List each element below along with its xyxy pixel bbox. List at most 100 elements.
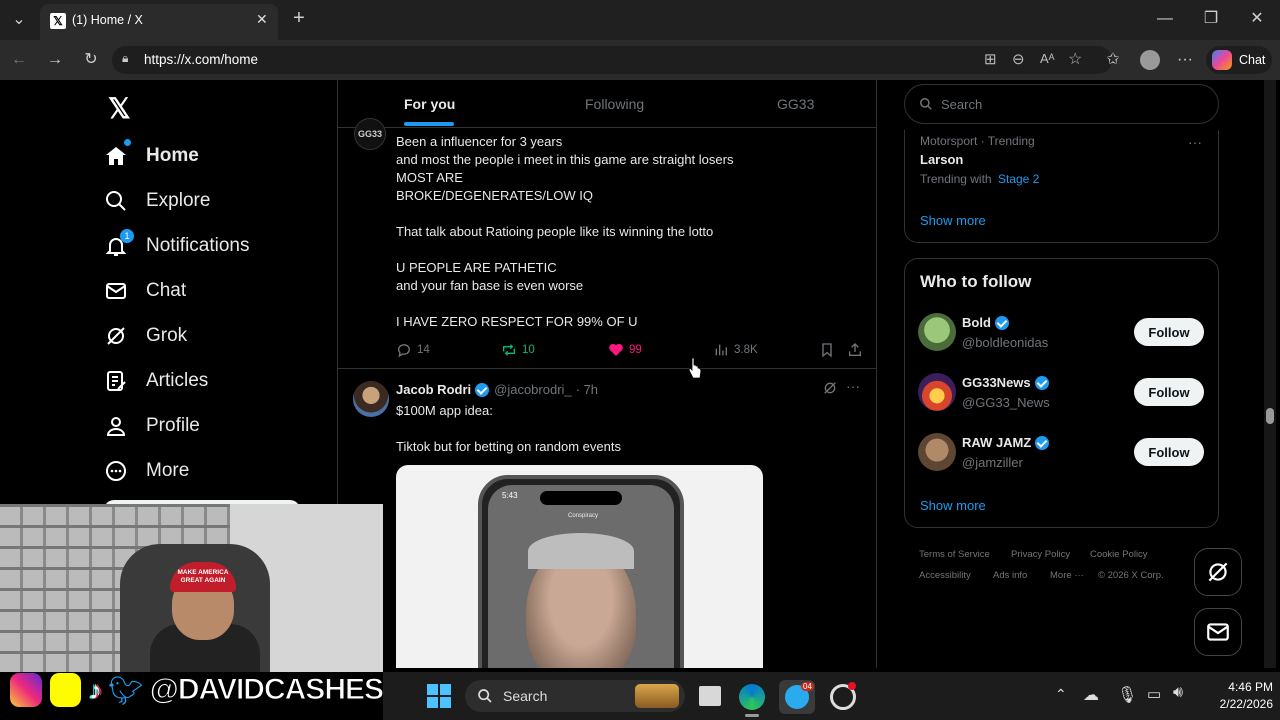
tweet1-avatar[interactable]: GG33 (354, 118, 386, 150)
follow-handle-bold: @boldleonidas (962, 335, 1049, 350)
tab-for-you[interactable]: For you (404, 96, 455, 112)
tab-following[interactable]: Following (585, 96, 644, 112)
profile-icon (106, 417, 126, 436)
follow-name-gg33news[interactable]: GG33News (962, 375, 1049, 390)
sidebar-item-more[interactable]: More (104, 451, 189, 491)
tweet1-line: Been a influencer for 3 years (396, 134, 563, 149)
tab-gg33[interactable]: GG33 (777, 96, 814, 112)
refresh-icon[interactable]: ↻ (80, 50, 102, 70)
volume-icon[interactable]: 🔊︎ (1173, 684, 1183, 702)
close-tab-icon[interactable]: ✕ (256, 11, 268, 28)
rawjamz-avatar[interactable] (918, 433, 956, 471)
new-tab-icon[interactable]: + (288, 8, 310, 28)
footer-privacy[interactable]: Privacy Policy (1011, 549, 1070, 560)
views-count: 3.8K (734, 344, 758, 356)
follow-button-rawjamz[interactable]: Follow (1134, 438, 1204, 466)
views-button[interactable]: 3.8K (713, 342, 758, 358)
tweet1-line: U PEOPLE ARE PATHETIC (396, 260, 557, 275)
phone-time: 5:43 (502, 491, 518, 500)
mouse-cursor-icon (688, 357, 702, 379)
sidebar-item-chat[interactable]: Chat (104, 271, 186, 311)
edge-browser-icon[interactable] (739, 684, 765, 710)
bold-avatar[interactable] (918, 313, 956, 351)
footer-ads[interactable]: Ads info (993, 570, 1027, 581)
like-button[interactable]: 99 (608, 342, 642, 358)
author-name[interactable]: Jacob Rodri (396, 382, 471, 397)
footer-accessibility[interactable]: Accessibility (919, 570, 971, 581)
sidebar-item-articles[interactable]: Articles (104, 361, 208, 401)
bookmark-button[interactable] (819, 342, 840, 358)
favorite-star-icon[interactable]: ☆ (1068, 49, 1082, 69)
tweet2-avatar[interactable] (353, 381, 389, 417)
sidebar-item-home[interactable]: Home (104, 136, 199, 176)
reply-button[interactable]: 14 (396, 342, 430, 358)
repost-button[interactable]: 10 (501, 342, 535, 358)
verified-badge-icon (1034, 375, 1049, 390)
minimize-icon[interactable]: — (1154, 9, 1176, 29)
heart-icon (609, 343, 623, 356)
apps-icon[interactable]: ⊞ (984, 50, 997, 68)
address-bar[interactable]: 🔒︎ https://x.com/home ⊞ ⊖ Aᴬ ☆ (112, 46, 1112, 74)
task-view-icon[interactable] (699, 686, 721, 706)
close-window-icon[interactable]: ✕ (1246, 9, 1268, 29)
back-icon[interactable]: ← (8, 50, 30, 70)
messages-float-button[interactable] (1194, 608, 1242, 656)
tray-chevron-icon[interactable]: ⌃ (1055, 686, 1067, 703)
follow-button-bold[interactable]: Follow (1134, 318, 1204, 346)
profile-avatar[interactable] (1140, 50, 1160, 70)
zoom-icon[interactable]: ⊖ (1012, 50, 1025, 68)
instagram-logo-icon (10, 673, 42, 707)
show-more-trends[interactable]: Show more (920, 213, 986, 228)
browser-tab[interactable]: 𝕏 (1) Home / X ✕ (40, 4, 278, 40)
page-scrollbar[interactable] (1264, 80, 1276, 668)
tab-list-icon[interactable]: ⌄ (8, 10, 30, 30)
grok-float-button[interactable] (1194, 548, 1242, 596)
read-aloud-icon[interactable]: Aᴬ (1040, 51, 1055, 66)
phone-mockup: 5:43 Conspiracy (478, 475, 684, 668)
footer-copyright: © 2026 X Corp. (1098, 570, 1164, 581)
app-badge-dot (848, 682, 856, 690)
favorites-icon[interactable]: ✩ (1102, 50, 1124, 70)
share-button[interactable] (847, 342, 868, 358)
sidebar-item-label: Home (146, 145, 199, 166)
grok-icon (107, 327, 125, 345)
gg33news-avatar[interactable] (918, 373, 956, 411)
follow-name-rawjamz[interactable]: RAW JAMZ (962, 435, 1050, 450)
restore-icon[interactable]: ❐ (1200, 9, 1222, 29)
mail-icon (106, 283, 126, 299)
tweet-more-icon[interactable]: ··· (846, 378, 860, 394)
reply-icon (398, 344, 410, 358)
sidebar-item-grok[interactable]: Grok (104, 316, 187, 356)
forward-icon[interactable]: → (44, 50, 66, 70)
footer-cookie[interactable]: Cookie Policy (1090, 549, 1148, 560)
tab-title: (1) Home / X (72, 13, 143, 27)
sidebar-item-label: Grok (146, 325, 188, 346)
x-logo-icon[interactable]: 𝕏 (108, 92, 131, 125)
verified-badge-icon (475, 382, 490, 397)
trend-with-link[interactable]: Stage 2 (998, 172, 1039, 186)
footer-more[interactable]: More ··· (1050, 570, 1084, 581)
scrollbar-thumb[interactable] (1266, 408, 1274, 424)
clock-time[interactable]: 4:46 PM (1219, 680, 1273, 694)
author-handle[interactable]: @jacobrodri_ (494, 382, 572, 397)
network-icon[interactable]: ▭ (1147, 685, 1161, 703)
notification-badge: 1 (120, 229, 134, 243)
footer-terms[interactable]: Terms of Service (919, 549, 990, 560)
copilot-chat-button[interactable]: Chat (1206, 46, 1272, 74)
sidebar-item-profile[interactable]: Profile (104, 406, 200, 446)
follow-button-gg33news[interactable]: Follow (1134, 378, 1204, 406)
taskbar-search[interactable]: Search (465, 680, 685, 712)
show-more-follow[interactable]: Show more (920, 498, 986, 513)
search-input[interactable]: Search (904, 84, 1219, 124)
clock-date[interactable]: 2/22/2026 (1213, 697, 1273, 711)
start-windows-icon[interactable] (427, 684, 451, 708)
sidebar-item-explore[interactable]: Explore (104, 181, 210, 221)
trend-title[interactable]: Larson (920, 152, 963, 167)
onedrive-icon[interactable]: ☁ (1083, 685, 1099, 705)
grok-analyze-icon[interactable] (822, 380, 838, 396)
menu-dots-icon[interactable]: ··· (1174, 50, 1196, 70)
tweet2-media[interactable]: 5:43 Conspiracy (396, 465, 763, 668)
microphone-icon[interactable]: 🎙︎ (1117, 685, 1137, 705)
follow-name-bold[interactable]: Bold (962, 315, 1009, 330)
trend-more-icon[interactable]: ··· (1188, 134, 1202, 150)
